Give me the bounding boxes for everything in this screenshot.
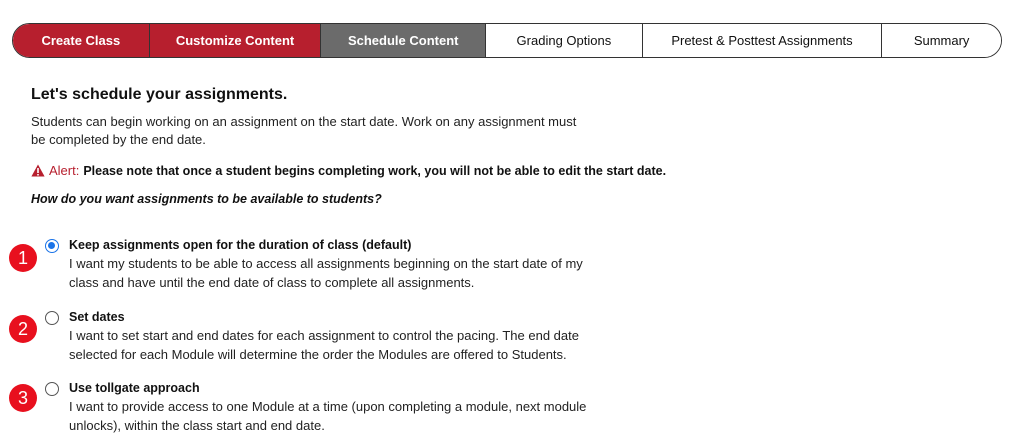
step-schedule-content[interactable]: Schedule Content [321, 24, 487, 57]
option-keep-open-text: Keep assignments open for the duration o… [69, 236, 589, 292]
wizard-stepper: Create Class Customize Content Schedule … [12, 23, 1002, 58]
option-tollgate-text: Use tollgate approach I want to provide … [69, 379, 589, 435]
radio-set-dates[interactable] [45, 311, 59, 325]
option-set-dates-text: Set dates I want to set start and end da… [69, 308, 589, 364]
alert-message: Alert: Please note that once a student b… [31, 163, 731, 178]
alert-label: Alert: [49, 163, 80, 178]
page: Create Class Customize Content Schedule … [0, 0, 1019, 445]
option-title: Set dates [69, 310, 125, 324]
intro-text: Students can begin working on an assignm… [31, 114, 577, 147]
step-summary[interactable]: Summary [882, 24, 1001, 57]
step-grading-options[interactable]: Grading Options [486, 24, 643, 57]
alert-text: Please note that once a student begins c… [83, 163, 667, 178]
option-title: Use tollgate approach [69, 381, 200, 395]
step-marker-1: 1 [9, 244, 37, 272]
page-title: Let's schedule your assignments. [31, 86, 288, 103]
step-pretest-posttest-assignments[interactable]: Pretest & Posttest Assignments [642, 24, 883, 57]
radio-keep-open[interactable] [45, 239, 59, 253]
warning-triangle-icon [31, 164, 45, 177]
option-title: Keep assignments open for the duration o… [69, 238, 412, 252]
option-description: I want to provide access to one Module a… [69, 399, 587, 433]
radio-tollgate[interactable] [45, 382, 59, 396]
step-customize-content[interactable]: Customize Content [149, 24, 322, 57]
option-description: I want my students to be able to access … [69, 256, 583, 290]
availability-question: How do you want assignments to be availa… [31, 192, 382, 206]
step-create-class[interactable]: Create Class [13, 24, 150, 57]
step-marker-3: 3 [9, 384, 37, 412]
step-marker-2: 2 [9, 315, 37, 343]
option-description: I want to set start and end dates for ea… [69, 328, 579, 362]
schedule-content-panel: Let's schedule your assignments. Student… [31, 86, 731, 206]
